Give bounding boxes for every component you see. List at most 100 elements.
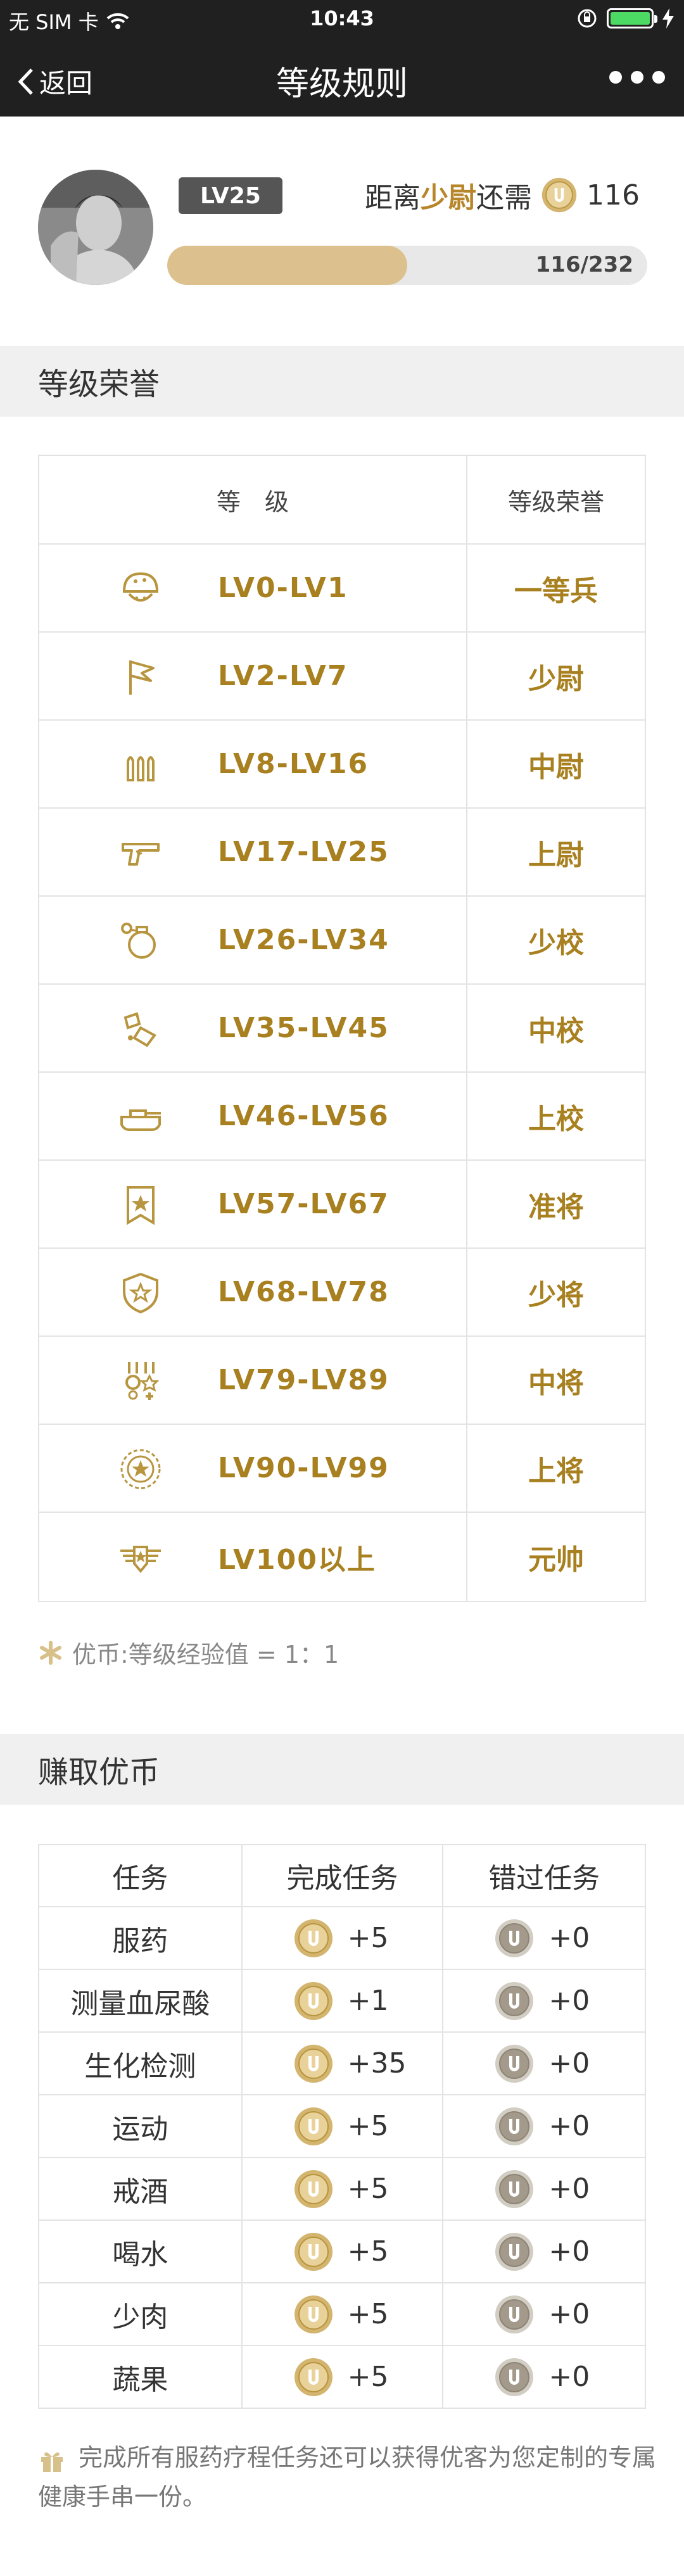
done-reward-cell: +1 [241, 1969, 444, 2033]
honor-level-cell: LV35-LV45 [39, 985, 467, 1071]
honor-level-cell: LV46-LV56 [39, 1073, 467, 1159]
task-name: 蔬果 [38, 2345, 243, 2409]
done-reward-cell: +5 [241, 2282, 444, 2346]
rank-name: 上将 [528, 1455, 584, 1487]
level-range: LV2-LV7 [218, 660, 348, 692]
coin-grey-icon [494, 2357, 535, 2397]
done-reward: +5 [347, 1922, 389, 1954]
missed-reward-cell: +0 [442, 1906, 646, 1970]
rank-name: 中尉 [528, 750, 584, 783]
rank-name: 中将 [528, 1367, 584, 1399]
level-badge: LV25 [179, 177, 282, 214]
bomb-icon [124, 1012, 156, 1047]
col-done-header: 完成任务 [241, 1844, 444, 1907]
level-range: LV100以上 [218, 1543, 376, 1576]
level-range: LV0-LV1 [218, 572, 348, 604]
rank-name: 少校 [528, 926, 584, 959]
level-range: LV90-LV99 [218, 1452, 390, 1484]
coin-table-row: 蔬果 +5 +0 [38, 2345, 646, 2409]
honor-row: LV90-LV99 上将 [39, 1425, 645, 1513]
rank-name: 少将 [528, 1279, 584, 1311]
honor-row: LV68-LV78 少将 [39, 1249, 645, 1337]
coin-grey-icon [494, 1981, 535, 2021]
missed-reward: +0 [548, 2110, 590, 2142]
level-range: LV35-LV45 [218, 1012, 390, 1044]
missed-reward: +0 [548, 2047, 590, 2080]
coin-icon [293, 2043, 334, 2084]
honor-row: LV57-LV67 准将 [39, 1161, 645, 1249]
done-reward: +1 [347, 1985, 389, 2017]
missed-reward: +0 [548, 2173, 590, 2205]
battery-icon [607, 8, 657, 28]
more-dot-icon [631, 71, 643, 84]
honor-row: LV2-LV7 少尉 [39, 633, 645, 721]
honor-rank-cell: 上校 [467, 1073, 645, 1159]
honor-level-cell: LV68-LV78 [39, 1249, 467, 1335]
avatar[interactable] [38, 170, 153, 285]
coin-table-row: 少肉 +5 +0 [38, 2282, 646, 2346]
next-rank: 少尉 [421, 182, 477, 214]
shield-star-icon [123, 1272, 158, 1314]
status-right [576, 8, 674, 29]
rank-name: 少尉 [528, 662, 584, 695]
progress-fill [167, 246, 407, 285]
done-reward-cell: +5 [241, 1906, 444, 1970]
task-name: 运动 [38, 2094, 243, 2158]
honor-rank-cell: 一等兵 [467, 545, 645, 631]
level-range: LV57-LV67 [218, 1188, 390, 1220]
level-range: LV68-LV78 [218, 1276, 390, 1308]
tank-icon [120, 1109, 161, 1131]
honor-rank-cell: 上将 [467, 1425, 645, 1512]
missed-reward: +0 [548, 1985, 590, 2017]
coin-icon [293, 2106, 334, 2147]
coin-table-row: 服药 +5 +0 [38, 1906, 646, 1970]
charging-icon [662, 8, 674, 28]
coin-table-header: 任务 完成任务 错过任务 [38, 1844, 646, 1907]
missed-reward: +0 [548, 2361, 590, 2393]
coin-icon [293, 2294, 334, 2335]
more-dot-icon [609, 71, 622, 84]
asterisk-icon [40, 1640, 61, 1665]
helmet-icon [122, 572, 159, 602]
coin-icon [293, 2169, 334, 2209]
honor-level-cell: LV8-LV16 [39, 721, 467, 807]
honor-rank-cell: 中将 [467, 1337, 645, 1424]
done-reward-cell: +35 [241, 2031, 444, 2095]
coin-table-row: 生化检测 +35 +0 [38, 2031, 646, 2095]
task-name: 喝水 [38, 2219, 243, 2283]
honor-row: LV8-LV16 中尉 [39, 721, 645, 809]
honor-table-header: 等 级 等级荣誉 [39, 456, 645, 545]
rank-name: 上尉 [528, 838, 584, 871]
honor-level-cell: LV90-LV99 [39, 1425, 467, 1512]
bullets-icon [127, 756, 155, 781]
exchange-note: 优币:等级经验值 = 1：1 [38, 1635, 339, 1670]
coin-grey-icon [494, 1918, 535, 1959]
promotion-info: 距离 少尉 还需 116 [365, 175, 640, 215]
footer-note: 完成所有服药疗程任务还可以获得优客为您定制的专属健康手串一份。 [38, 2438, 659, 2516]
more-button[interactable] [609, 71, 665, 84]
honor-level-cell: LV100以上 [39, 1513, 467, 1601]
grenade-icon [121, 923, 156, 959]
done-reward: +5 [347, 2361, 389, 2393]
honor-level-cell: LV79-LV89 [39, 1337, 467, 1424]
honor-level-cell: LV0-LV1 [39, 545, 467, 631]
coin-table-row: 运动 +5 +0 [38, 2094, 646, 2158]
done-reward-cell: +5 [241, 2157, 444, 2221]
promo-suffix: 还需 [476, 182, 533, 214]
task-name: 少肉 [38, 2282, 243, 2346]
task-name: 戒酒 [38, 2157, 243, 2221]
level-progress-bar: 116/232 [167, 246, 647, 285]
status-bar: 无 SIM 卡 10:43 [0, 0, 684, 39]
honor-row: LV100以上 元帅 [39, 1513, 645, 1601]
honor-rank-cell: 中校 [467, 985, 645, 1071]
coin-table-row: 喝水 +5 +0 [38, 2219, 646, 2283]
coin-table-row: 测量血尿酸 +1 +0 [38, 1969, 646, 2033]
level-range: LV17-LV25 [218, 836, 390, 868]
coin-grey-icon [494, 2232, 535, 2272]
level-range: LV26-LV34 [218, 924, 390, 956]
level-range: LV79-LV89 [218, 1364, 390, 1396]
flag-icon [129, 660, 155, 695]
coin-icon [293, 2232, 334, 2272]
star-ribbon-icon [127, 1186, 155, 1225]
honor-table: 等 级 等级荣誉 LV0-LV1 一等兵 LV2-LV7 少尉 LV8-LV16 中尉 LV… [38, 455, 646, 1602]
